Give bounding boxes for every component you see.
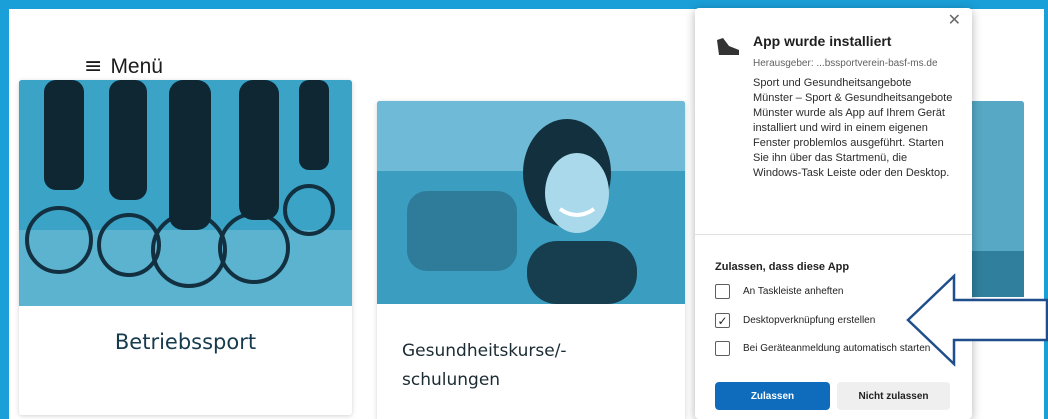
permissions-heading: Zulassen, dass diese App bbox=[715, 261, 850, 273]
checkbox-pin-taskbar[interactable] bbox=[715, 284, 730, 299]
annotation-arrow-icon bbox=[906, 273, 1048, 367]
card-gesundheitskurse[interactable]: Gesundheitskurse/-schulungen bbox=[377, 101, 685, 419]
checkbox-auto-start[interactable] bbox=[715, 341, 730, 356]
close-icon[interactable]: ✕ bbox=[948, 10, 961, 29]
card-partial[interactable] bbox=[964, 101, 1024, 419]
partial-photo bbox=[964, 101, 1024, 297]
option-label: Desktopverknüpfung erstellen bbox=[743, 315, 876, 326]
hamburger-icon: ≡ bbox=[84, 54, 103, 79]
shoe-icon bbox=[715, 36, 741, 58]
smiling-woman-photo bbox=[377, 101, 685, 304]
deny-button[interactable]: Nicht zulassen bbox=[837, 382, 950, 410]
popup-title: App wurde installiert bbox=[753, 33, 892, 49]
menu-button[interactable]: ≡ Menü bbox=[84, 55, 163, 79]
card-title-gesundheitskurse[interactable]: Gesundheitskurse/-schulungen bbox=[402, 337, 642, 395]
option-pin-taskbar[interactable]: An Taskleiste anheften bbox=[715, 284, 843, 299]
cyclists-photo bbox=[19, 80, 352, 306]
option-auto-start[interactable]: Bei Geräteanmeldung automatisch starten bbox=[715, 341, 930, 356]
popup-publisher: Herausgeber: ...bssportverein-basf-ms.de bbox=[753, 58, 938, 69]
popup-divider bbox=[695, 234, 972, 235]
popup-description: Sport und Gesundheitsangebote Münster – … bbox=[753, 77, 953, 179]
card-title-betriebssport[interactable]: Betriebssport bbox=[19, 330, 352, 354]
option-label: An Taskleiste anheften bbox=[743, 286, 844, 297]
checkbox-desktop-shortcut[interactable]: ✓ bbox=[715, 313, 730, 328]
menu-label: Menü bbox=[110, 55, 163, 78]
option-label: Bei Geräteanmeldung automatisch starten bbox=[743, 343, 931, 354]
card-betriebssport[interactable]: Betriebssport bbox=[19, 80, 352, 415]
allow-button[interactable]: Zulassen bbox=[715, 382, 830, 410]
option-desktop-shortcut[interactable]: ✓ Desktopverknüpfung erstellen bbox=[715, 313, 875, 328]
